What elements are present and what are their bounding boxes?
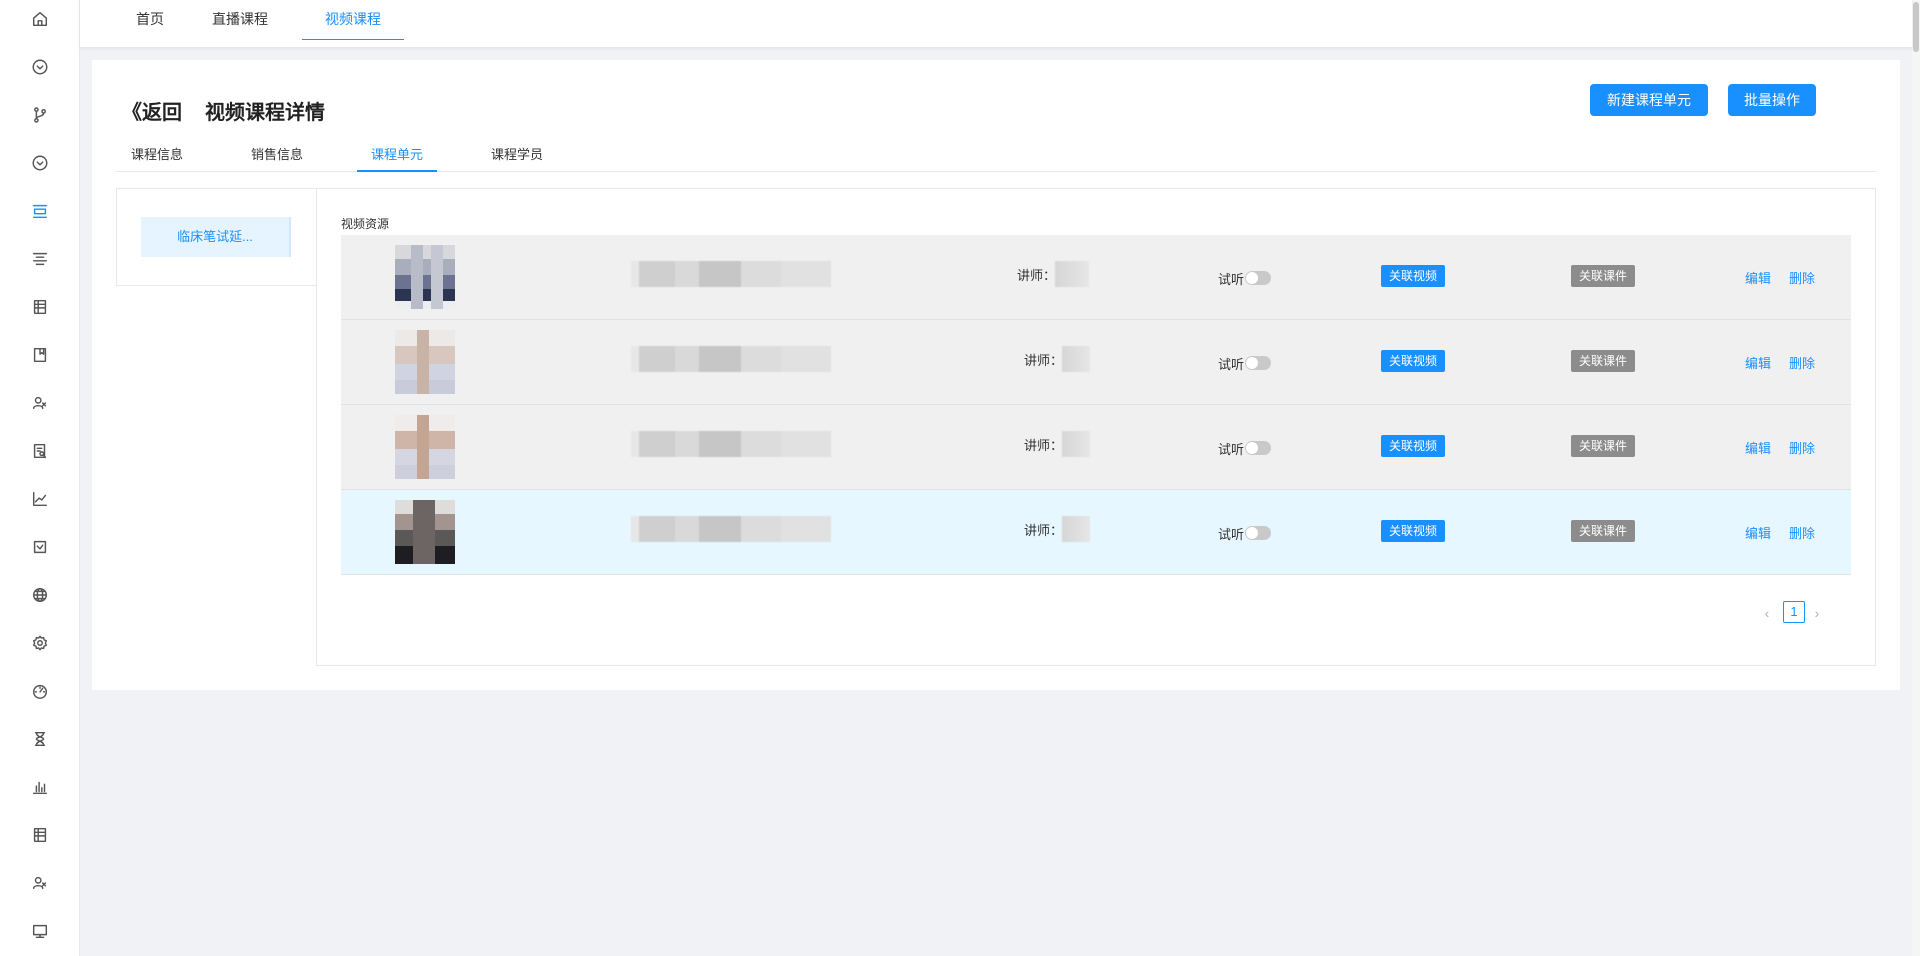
page-title: 视频课程详情 <box>205 102 325 124</box>
link-video-button[interactable]: 关联视频 <box>1381 435 1445 457</box>
list-active-icon[interactable] <box>28 199 52 223</box>
scrollbar-thumb[interactable] <box>1913 2 1919 52</box>
next-page-icon[interactable]: › <box>1809 601 1825 625</box>
hourglass-icon[interactable] <box>28 727 52 751</box>
delete-link[interactable]: 删除 <box>1789 268 1815 287</box>
tab-video-courses[interactable]: 视频课程 <box>302 0 404 40</box>
teacher-label: 讲师： <box>1017 268 1057 283</box>
circle-check-icon[interactable] <box>28 55 52 79</box>
top-nav: 首页 直播课程 视频课程 <box>80 0 1912 48</box>
table-icon[interactable] <box>28 823 52 847</box>
link-video-button[interactable]: 关联视频 <box>1381 265 1445 287</box>
video-resource-panel: 视频资源 讲师： 试听 关联视频 关联课件 编辑 删除 讲师： 试听 关联视频 … <box>316 188 1876 666</box>
tab-course-students[interactable]: 课程学员 <box>478 142 556 172</box>
align-center-icon[interactable] <box>28 247 52 271</box>
sidebar-rail <box>0 0 80 956</box>
teacher-label: 讲师： <box>1024 353 1064 368</box>
book-icon[interactable] <box>28 343 52 367</box>
main-card: 《返回 视频课程详情 新建课程单元 批量操作 课程信息 销售信息 课程单元 课程… <box>92 60 1900 690</box>
tab-home[interactable]: 首页 <box>120 0 180 40</box>
branch-icon[interactable] <box>28 103 52 127</box>
home-icon[interactable] <box>28 7 52 31</box>
tab-live-courses[interactable]: 直播课程 <box>198 0 282 40</box>
teacher-label: 讲师： <box>1024 438 1064 453</box>
teacher-name-redacted <box>1055 261 1089 287</box>
monitor-icon[interactable] <box>28 919 52 943</box>
link-courseware-button[interactable]: 关联课件 <box>1571 350 1635 372</box>
preview-toggle[interactable] <box>1245 526 1271 540</box>
bar-chart-icon[interactable] <box>28 775 52 799</box>
preview-label: 试听 <box>1218 272 1245 287</box>
pagination: ‹ 1 › <box>1759 601 1829 625</box>
table-icon[interactable] <box>28 295 52 319</box>
video-title-redacted <box>631 346 831 372</box>
line-chart-icon[interactable] <box>28 487 52 511</box>
scrollbar[interactable] <box>1912 0 1920 956</box>
prev-page-icon[interactable]: ‹ <box>1759 601 1775 625</box>
section-label: 视频资源 <box>341 217 390 231</box>
unit-list: 临床笔试延... <box>116 188 316 286</box>
preview-toggle[interactable] <box>1245 356 1271 370</box>
video-thumbnail[interactable] <box>395 415 455 479</box>
preview-label: 试听 <box>1218 442 1245 457</box>
tab-course-units[interactable]: 课程单元 <box>357 142 437 172</box>
dashboard-icon[interactable] <box>28 679 52 703</box>
video-thumbnail[interactable] <box>395 500 455 564</box>
users-icon[interactable] <box>28 391 52 415</box>
video-table: 讲师： 试听 关联视频 关联课件 编辑 删除 讲师： 试听 关联视频 关联课件 … <box>341 235 1851 575</box>
back-link[interactable]: 《返回 <box>122 96 182 125</box>
checkbox-icon[interactable] <box>28 535 52 559</box>
tab-course-info[interactable]: 课程信息 <box>118 142 196 172</box>
video-thumbnail[interactable] <box>395 330 455 394</box>
video-title-redacted <box>631 261 831 287</box>
circle-check-icon[interactable] <box>28 151 52 175</box>
teacher-name-redacted <box>1062 346 1090 372</box>
preview-toggle[interactable] <box>1245 441 1271 455</box>
globe-icon[interactable] <box>28 583 52 607</box>
preview-label: 试听 <box>1218 527 1245 542</box>
edit-link[interactable]: 编辑 <box>1745 353 1771 372</box>
document-search-icon[interactable] <box>28 439 52 463</box>
table-row: 讲师： 试听 关联视频 关联课件 编辑 删除 <box>341 320 1851 405</box>
page-number[interactable]: 1 <box>1783 601 1805 623</box>
edit-link[interactable]: 编辑 <box>1745 523 1771 542</box>
link-courseware-button[interactable]: 关联课件 <box>1571 265 1635 287</box>
link-video-button[interactable]: 关联视频 <box>1381 520 1445 542</box>
users-icon[interactable] <box>28 871 52 895</box>
link-video-button[interactable]: 关联视频 <box>1381 350 1445 372</box>
preview-toggle[interactable] <box>1245 271 1271 285</box>
delete-link[interactable]: 删除 <box>1789 438 1815 457</box>
sub-tabs: 课程信息 销售信息 课程单元 课程学员 <box>116 142 1876 172</box>
batch-operation-button[interactable]: 批量操作 <box>1728 84 1816 116</box>
link-courseware-button[interactable]: 关联课件 <box>1571 520 1635 542</box>
table-row: 讲师： 试听 关联视频 关联课件 编辑 删除 <box>341 405 1851 490</box>
teacher-label: 讲师： <box>1024 523 1064 538</box>
preview-label: 试听 <box>1218 357 1245 372</box>
delete-link[interactable]: 删除 <box>1789 353 1815 372</box>
table-row: 讲师： 试听 关联视频 关联课件 编辑 删除 <box>341 235 1851 320</box>
teacher-name-redacted <box>1062 516 1090 542</box>
edit-link[interactable]: 编辑 <box>1745 438 1771 457</box>
settings-icon[interactable] <box>28 631 52 655</box>
video-thumbnail[interactable] <box>395 245 455 309</box>
new-unit-button[interactable]: 新建课程单元 <box>1590 84 1708 116</box>
video-title-redacted <box>631 431 831 457</box>
table-row: 讲师： 试听 关联视频 关联课件 编辑 删除 <box>341 490 1851 575</box>
teacher-name-redacted <box>1062 431 1090 457</box>
unit-item[interactable]: 临床笔试延... <box>141 217 291 257</box>
video-title-redacted <box>631 516 831 542</box>
delete-link[interactable]: 删除 <box>1789 523 1815 542</box>
tab-sales-info[interactable]: 销售信息 <box>238 142 316 172</box>
edit-link[interactable]: 编辑 <box>1745 268 1771 287</box>
link-courseware-button[interactable]: 关联课件 <box>1571 435 1635 457</box>
